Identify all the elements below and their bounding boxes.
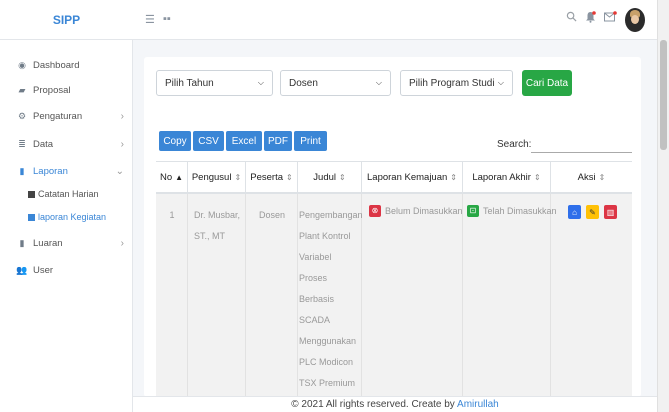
cari-data-button[interactable]: Cari Data (522, 70, 572, 96)
sidebar-item-label: Proposal (33, 84, 71, 96)
sidebar-item-dashboard[interactable]: ◉ Dashboard (16, 57, 128, 73)
prodi-select[interactable]: Pilih Program Studi ⌵ (400, 70, 513, 96)
sidebar-subitem-label: laporan Kegiatan (38, 212, 107, 222)
search-input[interactable] (531, 133, 632, 153)
role-select[interactable]: Dosen ⌵ (280, 70, 391, 96)
sidebar-subitem-label: Catatan Harian (38, 189, 99, 199)
page-scrollbar[interactable] (657, 0, 669, 412)
database-icon: ≣ (18, 138, 26, 149)
cell-no: 1 (169, 210, 175, 220)
column-header-peserta[interactable]: Peserta ⇕ (246, 162, 298, 193)
sort-icon: ⇕ (234, 173, 242, 182)
file-icon: ▮ (19, 165, 25, 176)
mail-icon[interactable] (604, 11, 617, 25)
sort-icon: ⇕ (450, 173, 457, 182)
column-header-label: Laporan Kemajuan (367, 172, 448, 183)
edit-button[interactable]: ✎ (586, 205, 599, 219)
column-header-label: Pengusul (191, 172, 232, 183)
sidebar-item-label: Luaran (33, 237, 63, 249)
chevron-down-icon: ⌄ (115, 165, 124, 177)
laporan-kemajuan-text: Belum Dimasukkan (385, 206, 463, 216)
file-icon (28, 190, 35, 198)
column-header-no[interactable]: No ▲ (156, 162, 188, 193)
search-label: Search: (497, 139, 532, 150)
cell-judul: Pengembangan Plant Kontrol Variabel Pros… (299, 210, 363, 409)
notification-bell-icon[interactable] (585, 11, 596, 26)
copy-button[interactable]: Copy (159, 131, 191, 151)
scrollbar-thumb[interactable] (660, 40, 667, 150)
cell-peserta: Dosen (258, 210, 285, 220)
delete-button[interactable]: ▥ (604, 205, 617, 219)
column-header-label: Peserta (250, 172, 284, 183)
sort-icon: ⇕ (286, 173, 293, 182)
excel-button[interactable]: Excel (226, 131, 262, 151)
sidebar-item-label: Pengaturan (33, 110, 83, 122)
footer-text: © 2021 All rights reserved. Create by (291, 399, 455, 410)
sidebar-item-label: Laporan (33, 165, 68, 177)
chevron-right-icon: › (120, 237, 124, 249)
file-icon (28, 213, 35, 221)
table-header: No ▲ Pengusul ⇕ Peserta ⇕ Judul ⇕ Laporan Ke… (156, 161, 632, 194)
file-icon: ▮ (19, 237, 25, 248)
footer-author-link[interactable]: Amirullah (457, 399, 499, 410)
times-circle-icon: ⊗ (369, 205, 381, 217)
sidebar-item-user[interactable]: 👥 User (16, 262, 128, 278)
column-header-label: Judul (313, 172, 336, 183)
column-header-label: Aksi (577, 172, 596, 183)
column-header-laporan-kemajuan[interactable]: Laporan Kemajuan ⇕ (362, 162, 463, 193)
search-icon[interactable] (566, 11, 577, 25)
column-header-label: Laporan Akhir (472, 172, 531, 183)
sort-icon: ⇕ (598, 173, 606, 182)
check-file-icon: ⊡ (467, 205, 479, 217)
sidebar-item-proposal[interactable]: ▰ Proposal (16, 82, 128, 98)
sidebar-item-label: Dashboard (33, 59, 80, 71)
cell-pengusul: Dr. Musbar, ST., MT (194, 210, 241, 241)
sort-asc-icon: ▲ (175, 173, 184, 182)
prodi-select-value: Pilih Program Studi (409, 77, 495, 89)
pdf-button[interactable]: PDF (264, 131, 292, 151)
chevron-right-icon: › (120, 138, 124, 150)
laporan-kemajuan-status[interactable]: ⊗ Belum Dimasukkan (369, 205, 463, 217)
column-header-label: No (159, 172, 173, 183)
laporan-akhir-status[interactable]: ⊡ Telah Dimasukkan (467, 205, 557, 217)
grid-icon[interactable]: ▪▪ (163, 13, 171, 25)
sidebar-item-label: Data (33, 138, 54, 150)
sidebar-item-pengaturan[interactable]: ⚙ Pengaturan › (16, 108, 128, 124)
role-select-value: Dosen (289, 77, 318, 89)
column-header-laporan-akhir[interactable]: Laporan Akhir ⇕ (463, 162, 551, 193)
users-icon: 👥 (16, 264, 28, 275)
tahun-select[interactable]: Pilih Tahun ⌵ (156, 70, 273, 96)
tahun-select-value: Pilih Tahun (165, 77, 214, 89)
column-header-judul[interactable]: Judul ⇕ (298, 162, 362, 193)
trash-icon: ▥ (606, 207, 615, 217)
column-header-aksi[interactable]: Aksi ⇕ (551, 162, 632, 193)
sidebar-item-label: User (33, 264, 54, 276)
csv-button[interactable]: CSV (193, 131, 224, 151)
sidebar-item-laporan[interactable]: ▮ Laporan ⌄ (16, 163, 128, 179)
column-header-pengusul[interactable]: Pengusul ⇕ (188, 162, 246, 193)
sidebar-item-luaran[interactable]: ▮ Luaran › (16, 235, 128, 251)
chevron-down-icon: ⌵ (497, 78, 504, 87)
sort-icon: ⇕ (339, 173, 346, 182)
laporan-akhir-text: Telah Dimasukkan (483, 206, 557, 216)
footer: © 2021 All rights reserved. Create by Am… (133, 396, 657, 412)
edit-icon: ✎ (589, 207, 596, 217)
dashboard-icon: ◉ (18, 59, 26, 70)
print-button[interactable]: Print (294, 131, 327, 151)
chevron-down-icon: ⌵ (257, 78, 264, 87)
home-icon: ⌂ (572, 207, 577, 217)
sidebar-subitem-laporan-kegiatan[interactable]: laporan Kegiatan (28, 210, 106, 224)
cogs-icon: ⚙ (17, 110, 27, 121)
sidebar-item-data[interactable]: ≣ Data › (16, 136, 128, 152)
view-button[interactable]: ⌂ (568, 205, 581, 219)
sort-icon: ⇕ (533, 173, 541, 182)
chevron-right-icon: › (120, 110, 124, 122)
hamburger-menu-icon[interactable]: ☰ (145, 13, 155, 26)
chevron-down-icon: ⌵ (375, 78, 382, 87)
sidebar-subitem-catatan-harian[interactable]: Catatan Harian (28, 187, 99, 201)
user-avatar[interactable] (625, 8, 645, 32)
brand-logo[interactable]: SIPP (0, 0, 133, 40)
top-navbar: SIPP ☰ ▪▪ (0, 0, 669, 40)
book-icon: ▰ (18, 84, 26, 95)
